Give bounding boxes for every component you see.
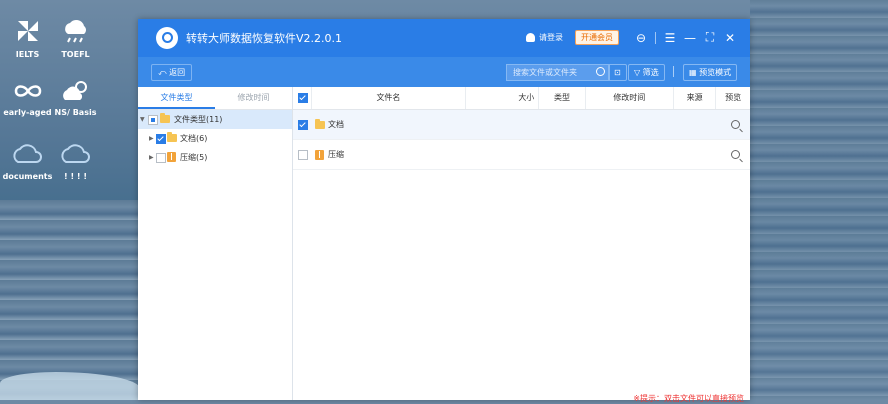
table-row[interactable]: 文档 (293, 110, 750, 140)
tree-root-checkbox[interactable] (148, 115, 158, 125)
column-header-preview: 预览 (725, 93, 742, 102)
title-bar-controls: 请登录 开通会员 ⊖ ☰ — ⛶ ✕ (526, 30, 740, 45)
collapse-arrow-icon[interactable]: ▼ (140, 110, 145, 129)
login-label: 请登录 (539, 33, 563, 42)
search-placeholder: 搜索文件或文件夹 (513, 68, 577, 77)
select-all-checkbox[interactable] (298, 93, 308, 103)
cloud-sun-icon (62, 81, 87, 100)
row-checkbox[interactable] (298, 150, 308, 160)
preview-icon[interactable] (731, 150, 740, 159)
desktop-icons: IELTS TOEFL early-aged NS/ Basis documen… (0, 10, 110, 210)
table-header: 文件名 大小 类型 修改时间 来源 预览 (293, 87, 750, 110)
desktop-icon-label: IELTS (15, 50, 40, 59)
filter-label: 筛选 (642, 68, 659, 77)
app-logo-icon (156, 27, 178, 49)
expand-arrow-icon[interactable]: ▶ (149, 148, 154, 167)
desktop-wallpaper-sea (750, 0, 888, 400)
cloud-icon (60, 144, 90, 163)
preview-mode-button[interactable]: ▦ 预览模式 (683, 64, 738, 81)
row-file-name: 压缩 (328, 150, 344, 159)
desktop-icon-label: documents (2, 172, 53, 181)
expand-arrow-icon[interactable]: ▶ (149, 129, 154, 148)
app-window: 转转大师数据恢复软件V2.2.0.1 请登录 开通会员 ⊖ ☰ — ⛶ ✕ ⤺ … (138, 19, 750, 403)
column-header-name[interactable]: 文件名 (312, 87, 467, 109)
tree-root[interactable]: ▼ 文件类型(11) (138, 110, 292, 129)
filter-tabs: 文件类型 修改时间 (138, 87, 292, 110)
tree-item-label: 文档(6) (180, 134, 208, 143)
zip-icon (167, 152, 176, 162)
row-checkbox[interactable] (298, 120, 308, 130)
close-icon[interactable]: ✕ (720, 31, 740, 45)
folder-icon (167, 132, 177, 142)
desktop-icon-label: early-aged (3, 108, 52, 117)
grid-icon: ▦ (689, 68, 697, 77)
desktop-icon-label: ! ! ! ! (64, 172, 87, 181)
tab-modified-time[interactable]: 修改时间 (215, 87, 292, 109)
tree-item-archives[interactable]: ▶ 压缩(5) (138, 148, 292, 167)
desktop-icon-early-aged[interactable]: early-aged (0, 72, 55, 117)
divider (655, 31, 656, 44)
search-icon[interactable] (596, 67, 605, 76)
column-header-source[interactable]: 来源 (674, 87, 717, 109)
pinwheel-icon (17, 21, 38, 41)
file-table: 文件名 大小 类型 修改时间 来源 预览 文档 压缩 ※提示：双击文件可以直接预… (293, 87, 750, 403)
vip-button[interactable]: 开通会员 (575, 30, 619, 45)
preview-icon[interactable] (731, 120, 740, 129)
select-all-cell (293, 87, 312, 109)
back-button[interactable]: ⤺ 返回 (151, 64, 193, 81)
cloud-rain-icon (64, 19, 86, 43)
zip-icon (315, 150, 324, 160)
desktop-wallpaper-sea-left (0, 200, 138, 400)
window-title: 转转大师数据恢复软件V2.2.0.1 (186, 32, 343, 45)
login-button[interactable]: 请登录 (526, 32, 563, 43)
filter-icon: ▽ (634, 68, 641, 77)
title-bar: 转转大师数据恢复软件V2.2.0.1 请登录 开通会员 ⊖ ☰ — ⛶ ✕ (138, 19, 750, 57)
column-header-modified[interactable]: 修改时间 (586, 87, 674, 109)
tree-item-checkbox[interactable] (156, 134, 166, 144)
desktop-icon-label: TOEFL (61, 50, 90, 59)
minimize-icon[interactable]: — (680, 31, 700, 45)
feedback-icon[interactable]: ⊖ (631, 31, 651, 45)
maximize-icon[interactable]: ⛶ (700, 30, 720, 45)
folder-icon (315, 119, 325, 129)
hint-text: ※提示：双击文件可以直接预览 (633, 394, 744, 403)
preview-mode-label: 预览模式 (699, 68, 732, 77)
desktop-icon-toefl[interactable]: TOEFL (48, 10, 103, 59)
desktop-icon-label: NS/ Basis (54, 108, 97, 117)
column-header-type[interactable]: 类型 (539, 87, 586, 109)
search-input[interactable]: 搜索文件或文件夹 (506, 64, 610, 81)
infinity-icon (14, 85, 41, 97)
tree-item-checkbox[interactable] (156, 153, 166, 163)
cloud-icon (12, 144, 42, 163)
table-row[interactable]: 压缩 (293, 140, 750, 170)
column-header-size[interactable]: 大小 (466, 87, 540, 109)
tab-file-type[interactable]: 文件类型 (138, 87, 215, 109)
desktop-icon-misc[interactable]: ! ! ! ! (48, 132, 103, 181)
filter-button[interactable]: ▽ 筛选 (628, 64, 665, 81)
toolbar: ⤺ 返回 搜索文件或文件夹 ⊡ ▽ 筛选 ▦ 预览模式 (138, 57, 750, 87)
desktop-icon-documents[interactable]: documents (0, 132, 55, 181)
user-icon (526, 33, 535, 42)
menu-icon[interactable]: ☰ (660, 31, 680, 45)
tree-item-documents[interactable]: ▶ 文档(6) (138, 129, 292, 148)
desktop-icon-ns-basis[interactable]: NS/ Basis (48, 72, 103, 117)
folder-icon (160, 113, 170, 123)
tree-root-label: 文件类型(11) (174, 115, 223, 124)
row-file-name: 文档 (328, 120, 344, 129)
divider (673, 66, 674, 77)
left-panel: 文件类型 修改时间 ▼ 文件类型(11) ▶ 文档(6) ▶ 压缩(5) (138, 87, 293, 400)
image-search-icon[interactable]: ⊡ (608, 64, 627, 81)
desktop-icon-ielts[interactable]: IELTS (0, 10, 55, 59)
tree-item-label: 压缩(5) (180, 153, 208, 162)
